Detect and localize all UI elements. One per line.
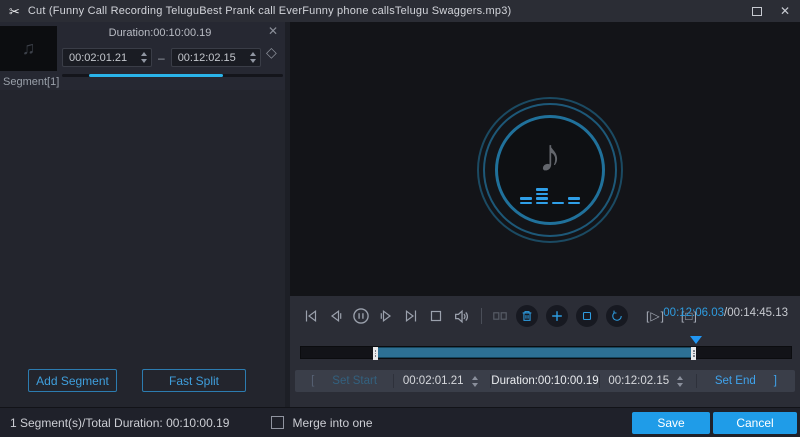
trim-end-spinner[interactable] [673,373,687,389]
close-button[interactable]: ✕ [770,0,800,22]
previous-frame-button[interactable] [327,307,345,325]
play-segment-button[interactable]: [▷] [646,309,665,323]
footer-bar: 1 Segment(s)/Total Duration: 00:10:00.19… [0,407,800,437]
save-button[interactable]: Save [632,412,710,434]
skip-to-start-button[interactable] [302,307,320,325]
trim-bar: [ Set Start 00:02:01.21 Duration:00:10:0… [295,370,795,392]
set-start-button[interactable]: [ Set Start [295,370,393,392]
end-spinner[interactable] [246,49,260,66]
selection-end-handle[interactable] [691,347,696,360]
segment-start-input[interactable]: 00:02:01.21 [62,48,152,67]
spinner-up-icon[interactable] [677,376,683,380]
timeline-track[interactable] [300,346,792,359]
segment-panel: ♫ Duration:00:10:00.19 00:02:01.21 – 00:… [0,22,290,407]
total-time: /00:14:45.13 [724,307,788,319]
music-note-icon: ♪ [539,132,562,178]
transport-controls: [▷] [□] 00:12:06.03/00:14:45.13 [302,303,788,329]
start-spinner[interactable] [137,49,151,66]
merge-checkbox[interactable] [271,416,284,429]
player-controls-area: [▷] [□] 00:12:06.03/00:14:45.13 [ Set St… [290,296,800,407]
timeline-selection[interactable] [373,347,696,358]
controls-divider [481,308,482,324]
add-segment-icon-button[interactable] [546,305,568,327]
set-end-button[interactable]: Set End ] [697,370,795,392]
segment-time-row: 00:02:01.21 – 00:12:02.15 [62,48,261,67]
maximize-icon [752,7,762,16]
split-button-disabled[interactable] [491,307,509,325]
title-bar: ✂ Cut (Funny Call Recording TeluguBest P… [0,0,800,22]
pause-button[interactable] [352,307,370,325]
right-bracket: ] [774,375,777,387]
skip-to-end-button[interactable] [402,307,420,325]
range-separator: – [158,51,165,65]
scissors-icon: ✂ [9,5,20,18]
merge-label: Merge into one [292,416,372,430]
volume-button[interactable] [452,307,470,325]
left-bracket: [ [311,375,314,387]
segment-remove-icon[interactable]: ✕ [268,24,278,38]
audio-disc: ♪ [477,97,623,243]
window-title: Cut (Funny Call Recording TeluguBest Pra… [28,5,512,17]
segment-end-value: 00:12:02.15 [172,52,246,64]
segment-end-input[interactable]: 00:12:02.15 [171,48,261,67]
add-segment-button[interactable]: Add Segment [28,369,117,392]
stop-button[interactable] [427,307,445,325]
set-end-label: Set End [715,375,756,387]
spinner-down-icon[interactable] [472,383,478,387]
music-note-icon: ♫ [22,38,36,59]
spinner-down-icon[interactable] [250,59,256,63]
merge-into-one-option[interactable]: Merge into one [271,416,372,430]
spinner-up-icon[interactable] [250,52,256,56]
copy-segment-button[interactable] [576,305,598,327]
window-controls: ✕ [744,0,800,22]
segment-summary: 1 Segment(s)/Total Duration: 00:10:00.19 [10,416,229,430]
segment-duration-label: Duration:00:10:00.19 [60,27,260,39]
set-start-label: Set Start [332,375,377,387]
segment-card: ♫ Duration:00:10:00.19 00:02:01.21 – 00:… [0,22,290,90]
maximize-button[interactable] [744,0,770,22]
current-time: 00:12:06.03 [663,307,724,319]
segment-progress-track [62,74,283,77]
trim-duration-label: Duration:00:10:00.19 [491,370,598,392]
trim-start-value: 00:02:01.21 [403,375,464,387]
spinner-down-icon[interactable] [677,383,683,387]
trim-start-input[interactable]: 00:02:01.21 [394,370,490,392]
time-display: 00:12:06.03/00:14:45.13 [663,307,788,319]
reset-button[interactable] [606,305,628,327]
equalizer-icon [520,182,580,204]
spinner-up-icon[interactable] [141,52,147,56]
segment-progress-fill [89,74,224,77]
segment-collapse-icon[interactable]: ◇ [266,44,277,61]
playhead-marker[interactable] [690,336,702,344]
segment-thumbnail[interactable]: ♫ [0,26,57,71]
cut-dialog: ✂ Cut (Funny Call Recording TeluguBest P… [0,0,800,437]
cancel-button[interactable]: Cancel [713,412,797,434]
audio-preview: ♪ [290,22,800,296]
trim-start-spinner[interactable] [468,373,482,389]
delete-segment-button[interactable] [516,305,538,327]
spinner-up-icon[interactable] [472,376,478,380]
segment-label: Segment[1] [3,76,59,88]
next-frame-button[interactable] [377,307,395,325]
spinner-down-icon[interactable] [141,59,147,63]
selection-start-handle[interactable] [373,347,378,360]
trim-end-value: 00:12:02.15 [608,375,669,387]
trim-end-input[interactable]: 00:12:02.15 [600,370,696,392]
segment-start-value: 00:02:01.21 [63,52,137,64]
fast-split-button[interactable]: Fast Split [142,369,246,392]
disc-content: ♪ [495,115,605,225]
